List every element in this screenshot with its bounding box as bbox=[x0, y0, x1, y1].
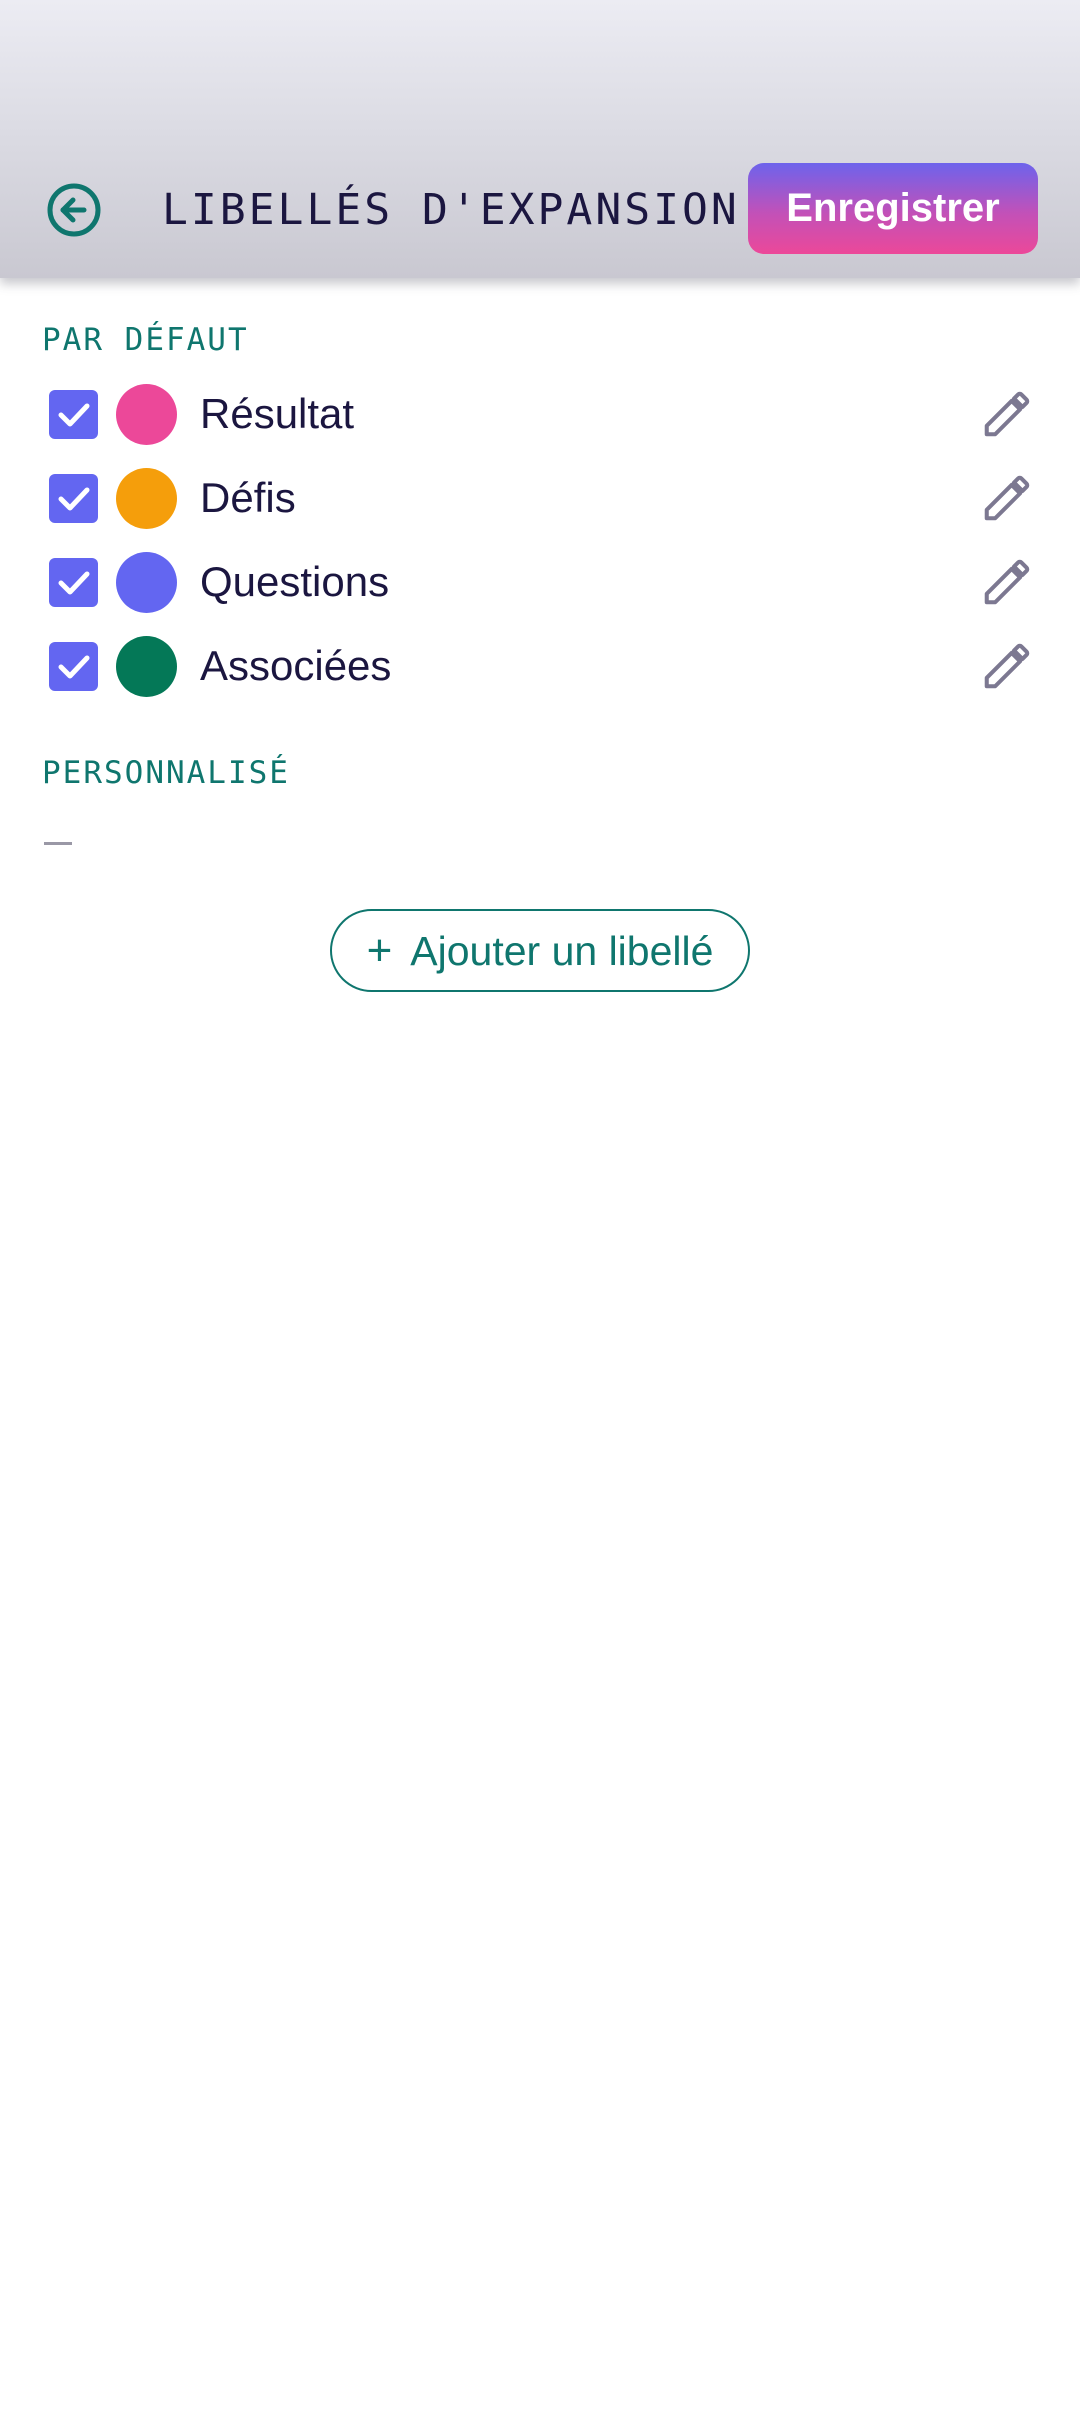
color-swatch[interactable] bbox=[116, 552, 177, 613]
color-swatch[interactable] bbox=[116, 384, 177, 445]
app-screen: LIBELLÉS D'EXPANSION Enregistrer PAR DÉF… bbox=[0, 0, 1080, 2424]
label-row-resultat: Résultat bbox=[0, 372, 1080, 456]
checkmark-icon bbox=[58, 487, 89, 510]
label-row-questions: Questions bbox=[0, 540, 1080, 624]
label-checkbox[interactable] bbox=[49, 642, 98, 691]
section-heading-custom: PERSONNALISÉ bbox=[42, 755, 290, 791]
top-app-bar: LIBELLÉS D'EXPANSION Enregistrer bbox=[0, 0, 1080, 278]
pencil-icon[interactable] bbox=[980, 639, 1034, 693]
checkmark-icon bbox=[58, 403, 89, 426]
label-name: Questions bbox=[200, 558, 390, 605]
pencil-icon[interactable] bbox=[980, 555, 1034, 609]
color-swatch[interactable] bbox=[116, 636, 177, 697]
label-name: Défis bbox=[200, 474, 296, 521]
label-checkbox[interactable] bbox=[49, 474, 98, 523]
add-label-text: Ajouter un libellé bbox=[410, 927, 714, 974]
back-button[interactable] bbox=[44, 180, 104, 240]
arrow-left-circle-icon bbox=[47, 183, 101, 237]
custom-empty-placeholder bbox=[44, 842, 72, 845]
pencil-icon[interactable] bbox=[980, 471, 1034, 525]
checkmark-icon bbox=[58, 655, 89, 678]
color-swatch[interactable] bbox=[116, 468, 177, 529]
save-button[interactable]: Enregistrer bbox=[748, 163, 1038, 254]
checkmark-icon bbox=[58, 571, 89, 594]
section-heading-default: PAR DÉFAUT bbox=[42, 322, 249, 358]
label-row-associees: Associées bbox=[0, 624, 1080, 708]
plus-icon: + bbox=[366, 925, 393, 975]
label-checkbox[interactable] bbox=[49, 558, 98, 607]
pencil-icon[interactable] bbox=[980, 387, 1034, 441]
label-checkbox[interactable] bbox=[49, 390, 98, 439]
label-row-defis: Défis bbox=[0, 456, 1080, 540]
label-name: Résultat bbox=[200, 390, 355, 437]
page-title: LIBELLÉS D'EXPANSION bbox=[162, 185, 740, 235]
label-name: Associées bbox=[200, 642, 392, 689]
add-label-button[interactable]: + Ajouter un libellé bbox=[330, 909, 750, 992]
